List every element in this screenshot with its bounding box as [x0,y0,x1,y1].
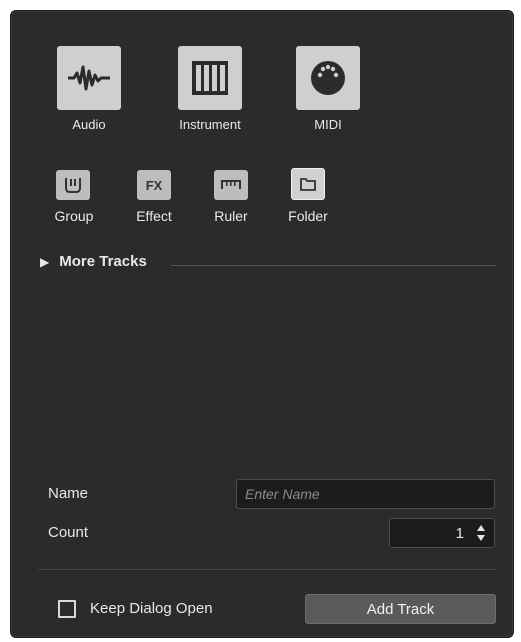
footer-divider [38,569,496,570]
add-track-dialog: Audio Instrument MIDI Group FX Effect Ru… [10,10,514,638]
folder-track-button[interactable] [291,168,325,200]
folder-label: Folder [288,208,328,224]
ruler-label: Ruler [214,208,248,224]
group-channel-icon [65,178,81,193]
count-label: Count [48,524,89,541]
midi-connector-icon [311,61,345,95]
midi-label: MIDI [314,117,342,132]
more-tracks-label: More Tracks [59,253,147,270]
name-label: Name [48,485,89,502]
count-stepper[interactable]: 1 [389,518,495,548]
effect-label: Effect [136,208,172,224]
group-label: Group [54,208,94,224]
expand-arrow-icon: ▶ [40,254,50,269]
audio-track-button[interactable] [57,46,121,110]
midi-track-button[interactable] [296,46,360,110]
folder-icon [300,178,316,191]
spin-arrows-icon[interactable] [476,524,486,542]
keep-open-label: Keep Dialog Open [90,600,213,617]
ruler-track-button[interactable] [214,170,248,200]
audio-label: Audio [72,117,106,132]
keep-open-checkbox[interactable] [58,600,76,618]
group-track-button[interactable] [56,170,90,200]
more-tracks-toggle[interactable]: ▶ More Tracks [40,253,147,270]
add-track-button[interactable]: Add Track [305,594,496,624]
count-value: 1 [455,525,464,542]
ruler-icon [221,180,241,189]
name-input[interactable] [236,479,495,509]
fx-icon: FX [145,177,163,193]
instrument-label: Instrument [179,117,241,132]
section-divider [171,265,496,266]
piano-keys-icon [192,61,228,95]
effect-track-button[interactable]: FX [137,170,171,200]
audio-waveform-icon [68,65,110,91]
instrument-track-button[interactable] [178,46,242,110]
